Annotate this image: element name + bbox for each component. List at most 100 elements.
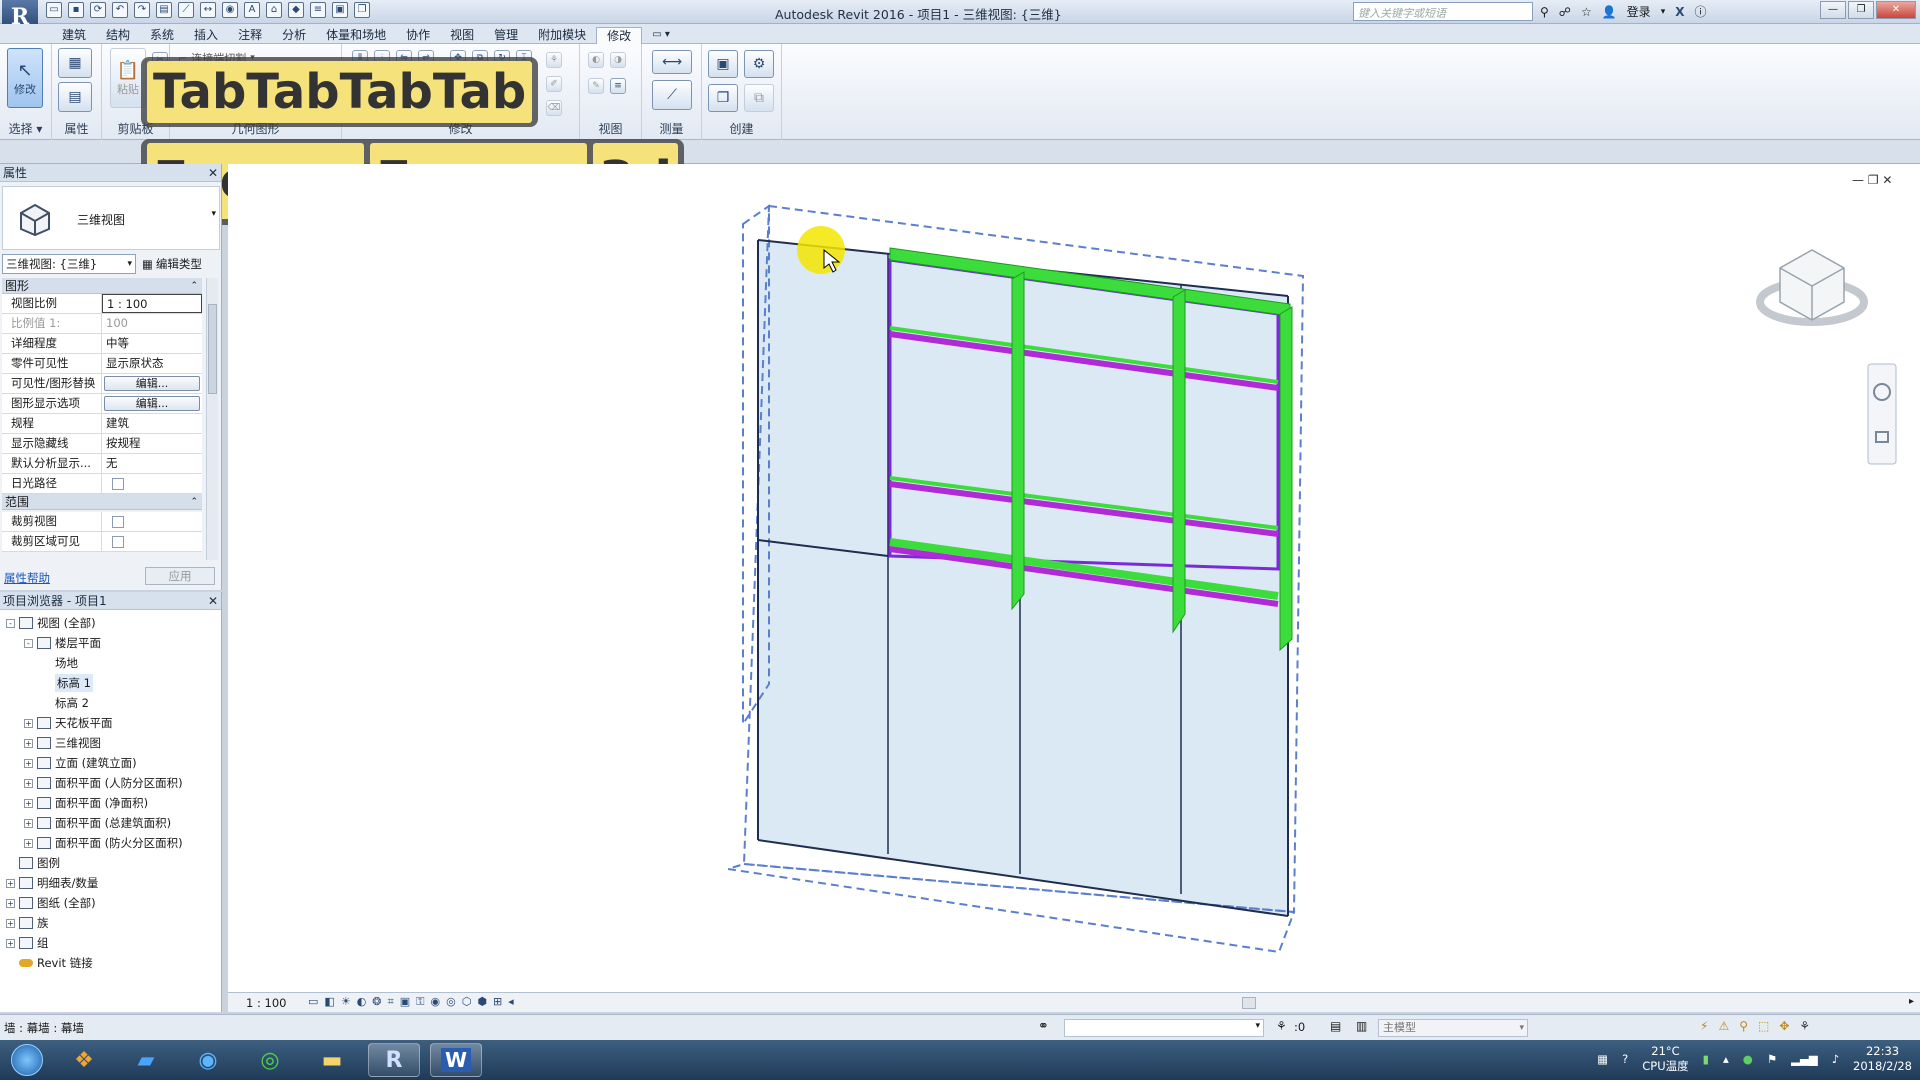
login-button[interactable]: 登录 (1627, 3, 1651, 20)
property-row[interactable]: 裁剪视图 (2, 512, 202, 532)
tab-analyze[interactable]: 分析 (272, 27, 316, 44)
3d-model-canvas[interactable]: — ❐ ✕ (228, 164, 1920, 1012)
property-value[interactable]: 建筑 (102, 414, 202, 433)
sun-path-icon[interactable]: ☀ (341, 995, 351, 1009)
show-crop-icon[interactable]: ▣ (400, 995, 410, 1009)
taskbar-explorer[interactable]: ▬ (306, 1043, 358, 1077)
select-by-face-icon[interactable]: ⬚ (1758, 1019, 1769, 1033)
tree-item[interactable]: 标高 1 (42, 674, 93, 692)
taskbar-revit[interactable]: R (368, 1043, 420, 1077)
drawing-area[interactable]: — ❐ ✕ (228, 164, 1920, 1012)
text-icon[interactable]: A (244, 2, 260, 18)
save-icon[interactable]: ▪ (68, 2, 84, 18)
thin-lines-icon[interactable]: ≡ (310, 2, 326, 18)
tag-icon[interactable]: ◉ (222, 2, 238, 18)
properties-icon[interactable]: ▤ (58, 82, 92, 112)
expand-icon[interactable]: + (24, 738, 33, 748)
property-row[interactable]: 视图比例 1 : 100 (2, 294, 202, 314)
close-icon[interactable]: ✕ (208, 592, 218, 610)
render-icon[interactable]: ❂ (372, 995, 381, 1009)
property-checkbox[interactable] (112, 516, 124, 528)
analytical-model-icon[interactable]: ⬡ (462, 995, 472, 1009)
property-row[interactable]: 日光路径 (2, 474, 202, 494)
filter-count-icon[interactable]: ⚘ (1276, 1019, 1287, 1033)
section-icon[interactable]: ◆ (288, 2, 304, 18)
design-option-dropdown[interactable]: 主模型 ▾ (1378, 1019, 1528, 1037)
tree-item[interactable]: 场地 (42, 654, 78, 672)
tab-modify[interactable]: 修改 (596, 27, 643, 44)
filter-icon[interactable]: ⚘ (546, 52, 562, 68)
create-group-icon[interactable]: ❐ (708, 84, 738, 112)
tree-item[interactable]: - 楼层平面 (24, 634, 101, 652)
type-properties-icon[interactable]: ▦ (58, 48, 92, 78)
tree-item[interactable]: + 面积平面 (净面积) (24, 794, 148, 812)
property-row[interactable]: 零件可见性 显示原状态 (2, 354, 202, 374)
property-row[interactable]: 默认分析显示... 无 (2, 454, 202, 474)
create-assembly-icon[interactable]: ⚙ (744, 50, 774, 78)
security-icon[interactable]: ● (1743, 1052, 1753, 1066)
modify-button[interactable]: ↖ 修改 (7, 48, 43, 108)
tree-item[interactable]: + 面积平面 (防火分区面积) (24, 834, 183, 852)
filter-icon[interactable]: ⚘ (1799, 1019, 1810, 1033)
tab-annotate[interactable]: 注释 (228, 27, 272, 44)
mullion-v2[interactable] (1172, 289, 1186, 634)
tab-manage[interactable]: 管理 (484, 27, 528, 44)
tree-item[interactable]: + 面积平面 (总建筑面积) (24, 814, 171, 832)
tree-item[interactable]: + 明细表/数量 (6, 874, 98, 892)
property-value[interactable]: 无 (102, 454, 202, 473)
hide-icon[interactable]: ◑ (610, 52, 626, 68)
create-similar-icon[interactable]: ⧉ (744, 84, 774, 112)
exchange-icon[interactable]: X (1675, 5, 1684, 19)
subscription-icon[interactable]: ☍ (1559, 5, 1571, 19)
tab-structure[interactable]: 结构 (96, 27, 140, 44)
maximize-button[interactable]: ❐ (1848, 1, 1874, 19)
3d-view-icon[interactable]: ⌂ (266, 2, 282, 18)
tree-item[interactable]: 标高 2 (42, 694, 89, 712)
expand-icon[interactable]: + (24, 718, 33, 728)
drag-elements-icon[interactable]: ✥ (1779, 1019, 1789, 1033)
binoculars-icon[interactable]: ⚲ (1540, 5, 1549, 19)
shadows-icon[interactable]: ◐ (357, 995, 367, 1009)
expand-icon[interactable]: + (24, 798, 33, 808)
taskbar-app-1[interactable]: ❖ (58, 1043, 110, 1077)
property-row[interactable]: 显示隐藏线 按规程 (2, 434, 202, 454)
create-parts-icon[interactable]: ▣ (708, 50, 738, 78)
linework-icon[interactable]: ✎ (588, 78, 604, 94)
property-row[interactable]: 裁剪区域可见 (2, 532, 202, 552)
mullion-v1[interactable] (1011, 271, 1025, 611)
search-input[interactable]: 键入关键字或短语 (1353, 2, 1533, 21)
tree-item[interactable]: + 三维视图 (24, 734, 101, 752)
network-icon[interactable]: ▦ (1597, 1052, 1608, 1066)
select-links-icon[interactable]: ⚡ (1700, 1019, 1708, 1033)
mullion-v3[interactable] (1279, 306, 1293, 652)
taskbar-app-3[interactable]: ◉ (182, 1043, 234, 1077)
thin-lines-toggle-icon[interactable]: ≡ (610, 78, 626, 94)
temperature-widget[interactable]: 21°C CPU温度 (1642, 1044, 1688, 1074)
tab-add-ins[interactable]: 附加模块 (528, 27, 596, 44)
property-value[interactable]: 1 : 100 (102, 294, 202, 313)
open-icon[interactable]: ▭ (46, 2, 62, 18)
property-value[interactable]: 按规程 (102, 434, 202, 453)
constraints-icon[interactable]: ⊞ (493, 995, 502, 1009)
apply-button[interactable]: 应用 (145, 567, 215, 585)
eraser-icon[interactable]: ⌫ (546, 100, 562, 116)
tray-expand-icon[interactable]: ▴ (1723, 1052, 1729, 1066)
property-checkbox[interactable] (112, 478, 124, 490)
crop-icon[interactable]: ⌗ (388, 995, 394, 1009)
sync-icon[interactable]: ⟳ (90, 2, 106, 18)
property-value[interactable]: 中等 (102, 334, 202, 353)
expand-icon[interactable]: + (6, 918, 15, 928)
help-icon[interactable]: ⓘ (1694, 3, 1706, 20)
tree-item[interactable]: Revit 链接 (6, 954, 93, 972)
dimension-icon[interactable]: ↔ (200, 2, 216, 18)
start-button[interactable] (4, 1043, 50, 1077)
brush-icon[interactable]: ✐ (546, 76, 562, 92)
taskbar-app-4[interactable]: ◎ (244, 1043, 296, 1077)
taskbar-app-2[interactable]: ▰ (120, 1043, 172, 1077)
edit-button[interactable]: 编辑... (104, 376, 200, 391)
select-pinned-icon[interactable]: ⚲ (1739, 1019, 1748, 1033)
favorites-icon[interactable]: ☆ (1581, 5, 1592, 19)
visual-style-icon[interactable]: ◧ (324, 995, 334, 1009)
flag-icon[interactable]: ⚑ (1767, 1052, 1777, 1066)
expand-icon[interactable]: + (24, 818, 33, 828)
